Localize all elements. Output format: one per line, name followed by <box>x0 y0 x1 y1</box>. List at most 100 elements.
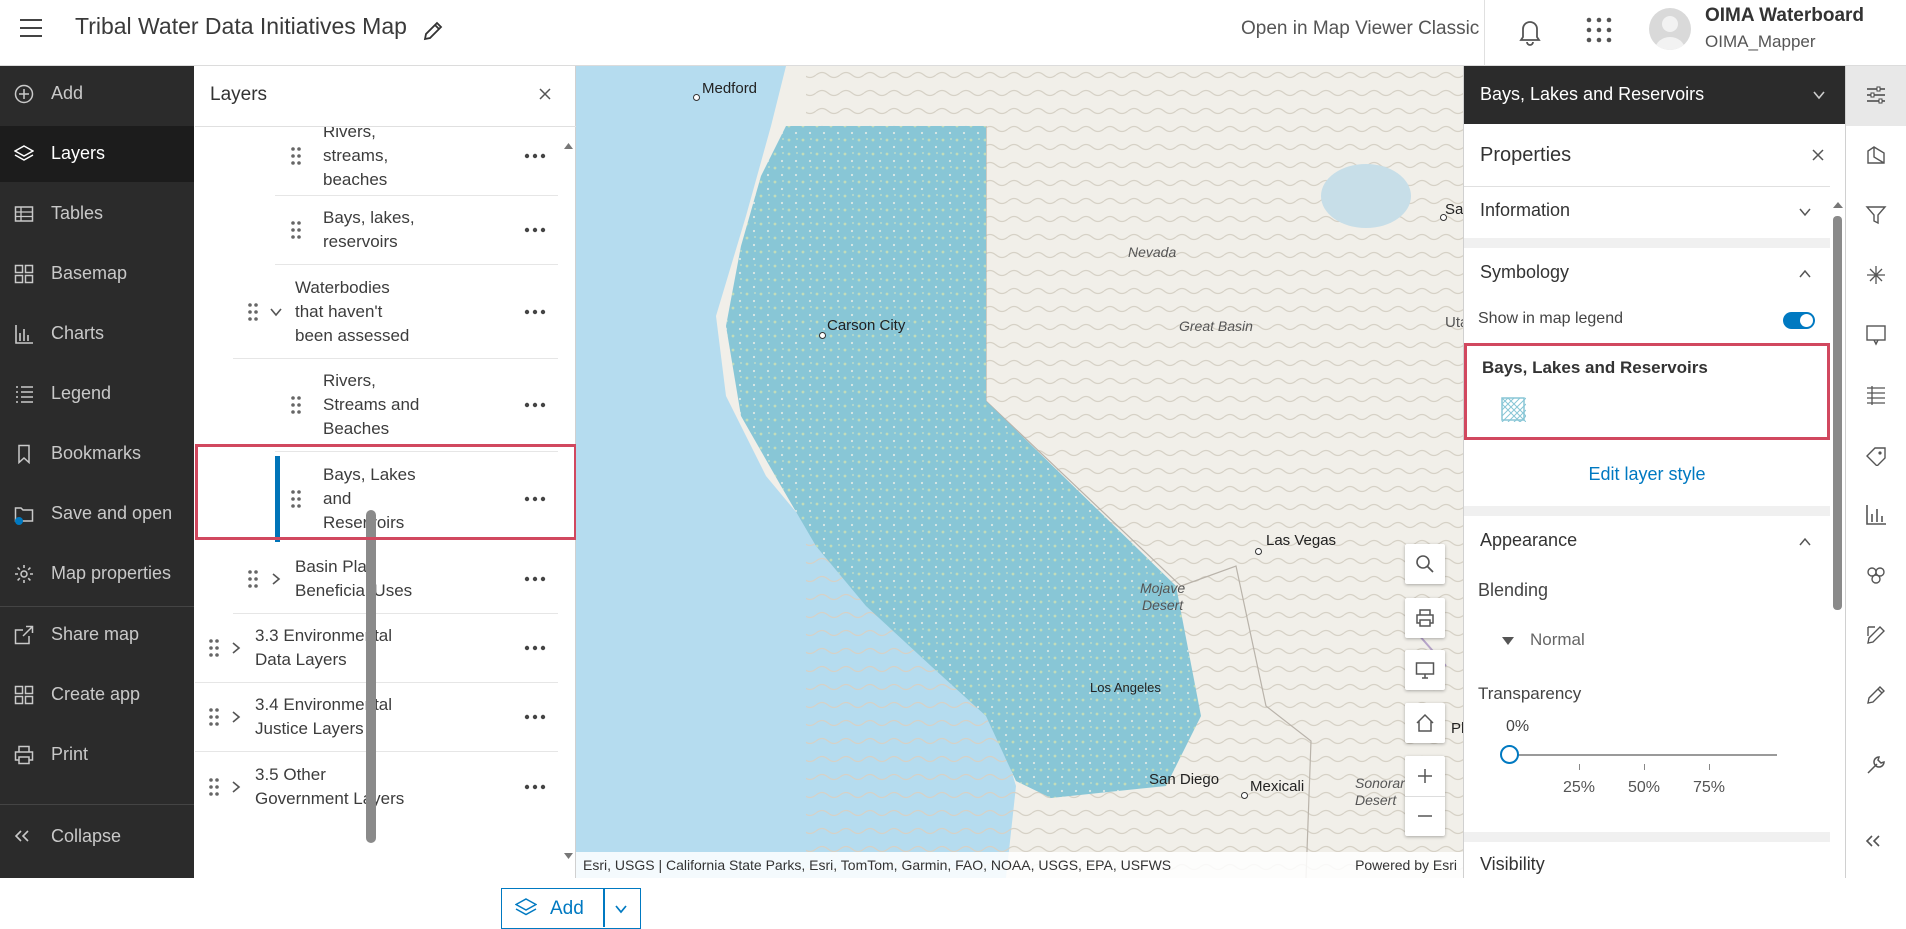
expand-toolbar-button[interactable] <box>1846 816 1906 876</box>
symbol-preview[interactable]: Bays, Lakes and Reservoirs <box>1464 343 1830 440</box>
chevron-down-icon[interactable] <box>614 903 628 915</box>
map-attribution: Esri, USGS | California State Parks, Esr… <box>576 852 1463 878</box>
open-classic-link[interactable]: Open in Map Viewer Classic <box>1241 18 1479 40</box>
section-information[interactable]: Information <box>1480 200 1570 221</box>
chevron-right-icon[interactable] <box>229 641 243 655</box>
layer-group-waterbodies-not-assessed[interactable]: Waterbodies that haven't been assessed <box>233 265 558 359</box>
chevron-down-icon[interactable] <box>269 305 283 319</box>
chevron-up-icon[interactable] <box>1798 536 1812 548</box>
chevron-down-icon[interactable] <box>1812 89 1826 101</box>
popup-icon <box>1866 325 1886 346</box>
home-button[interactable] <box>1405 703 1445 743</box>
transparency-slider-track[interactable] <box>1509 754 1777 756</box>
zoom-controls[interactable] <box>1405 756 1445 836</box>
layer-group-3-3[interactable]: 3.3 Environmental Data Layers <box>195 614 558 683</box>
layer-group-3-4[interactable]: 3.4 Environmental Justice Layers <box>195 683 558 752</box>
tool-charts[interactable] <box>1846 486 1906 546</box>
layer-row-rivers-streams-beaches[interactable]: Rivers, streams, beaches <box>275 127 558 196</box>
show-in-legend-toggle[interactable] <box>1783 312 1815 329</box>
search-button[interactable] <box>1405 544 1445 584</box>
drag-handle-icon[interactable] <box>248 302 258 322</box>
more-options-icon[interactable] <box>524 227 546 233</box>
tool-effects[interactable] <box>1846 246 1906 306</box>
nav-charts[interactable]: Charts <box>0 306 194 362</box>
more-options-icon[interactable] <box>524 309 546 315</box>
avatar[interactable] <box>1649 8 1691 50</box>
chevron-right-icon[interactable] <box>269 572 283 586</box>
drag-handle-icon[interactable] <box>209 707 219 727</box>
drag-handle-icon[interactable] <box>291 220 301 240</box>
layer-row-bays-lakes-reservoirs[interactable]: Bays, lakes, reservoirs <box>275 196 558 265</box>
tool-properties[interactable] <box>1846 66 1906 126</box>
blending-select[interactable]: Normal <box>1530 630 1585 650</box>
collapse-button[interactable]: Collapse <box>0 809 194 865</box>
nav-save-open[interactable]: Save and open <box>0 486 194 542</box>
more-options-icon[interactable] <box>524 576 546 582</box>
tool-analysis[interactable] <box>1846 736 1906 796</box>
properties-scroll-thumb[interactable] <box>1833 216 1842 610</box>
drag-handle-icon[interactable] <box>209 638 219 658</box>
attribution-text[interactable]: Esri, USGS | California State Parks, Esr… <box>583 857 1171 873</box>
nav-share-map[interactable]: Share map <box>0 607 194 663</box>
zoom-in-icon[interactable] <box>1415 766 1435 786</box>
edit-layer-style-link[interactable]: Edit layer style <box>1464 464 1830 485</box>
layer-row-rivers-streams-and-beaches[interactable]: Rivers, Streams and Beaches <box>275 359 558 452</box>
section-visibility[interactable]: Visibility <box>1480 854 1545 875</box>
chevron-right-icon[interactable] <box>229 780 243 794</box>
nav-legend[interactable]: Legend <box>0 366 194 422</box>
nav-layers[interactable]: Layers <box>0 126 194 182</box>
close-icon[interactable] <box>539 88 551 100</box>
nav-create-app[interactable]: Create app <box>0 667 194 723</box>
layer-group-3-5[interactable]: 3.5 Other Government Layers <box>195 752 558 821</box>
drag-handle-icon[interactable] <box>291 395 301 415</box>
menu-icon[interactable] <box>20 18 42 38</box>
add-layer-button[interactable]: Add <box>501 888 641 929</box>
tool-popups[interactable] <box>1846 306 1906 366</box>
section-appearance[interactable]: Appearance <box>1480 530 1577 551</box>
nav-basemap[interactable]: Basemap <box>0 246 194 302</box>
drag-handle-icon[interactable] <box>209 777 219 797</box>
more-options-icon[interactable] <box>524 402 546 408</box>
fullscreen-button[interactable] <box>1405 650 1445 690</box>
drag-handle-icon[interactable] <box>248 569 258 589</box>
map-label-phc: Phc <box>1451 720 1463 737</box>
username[interactable]: OIMA_Mapper <box>1705 32 1816 52</box>
chevron-up-icon[interactable] <box>1798 268 1812 280</box>
pencil-icon[interactable] <box>422 20 444 42</box>
more-options-icon[interactable] <box>524 784 546 790</box>
more-options-icon[interactable] <box>524 714 546 720</box>
add-circle-icon <box>14 84 34 104</box>
nav-tables[interactable]: Tables <box>0 186 194 242</box>
chevron-down-icon[interactable] <box>1798 206 1812 218</box>
tool-labels[interactable] <box>1846 426 1906 486</box>
more-options-icon[interactable] <box>524 645 546 651</box>
nav-map-properties[interactable]: Map properties <box>0 546 194 602</box>
layer-group-basin-plan[interactable]: Basin Plan Beneficial Uses <box>233 545 558 614</box>
transparency-slider-thumb[interactable] <box>1500 745 1519 764</box>
nav-label: Map properties <box>51 563 172 583</box>
tool-filter[interactable] <box>1846 186 1906 246</box>
drag-handle-icon[interactable] <box>291 146 301 166</box>
map-view[interactable]: Medford Carson City Las Vegas Mexicali S… <box>576 66 1463 878</box>
app-launcher-icon[interactable] <box>1585 16 1613 44</box>
tool-fields[interactable] <box>1846 366 1906 426</box>
close-icon[interactable] <box>1812 149 1824 161</box>
more-options-icon[interactable] <box>524 153 546 159</box>
org-name[interactable]: OIMA Waterboard <box>1705 5 1864 27</box>
powered-by[interactable]: Powered by Esri <box>1355 857 1457 873</box>
chevron-right-icon[interactable] <box>229 710 243 724</box>
tool-sketch[interactable] <box>1846 666 1906 726</box>
nav-add[interactable]: Add <box>0 66 194 122</box>
layer-list-scroll-thumb[interactable] <box>366 510 376 843</box>
section-symbology[interactable]: Symbology <box>1480 262 1569 283</box>
nav-bookmarks[interactable]: Bookmarks <box>0 426 194 482</box>
layer-header[interactable]: Bays, Lakes and Reservoirs <box>1464 66 1845 124</box>
nav-print[interactable]: Print <box>0 727 194 783</box>
print-map-button[interactable] <box>1405 598 1445 638</box>
tool-styles[interactable] <box>1846 126 1906 186</box>
tool-cluster[interactable] <box>1846 546 1906 606</box>
caret-down-icon[interactable] <box>1502 637 1514 645</box>
tool-edit[interactable] <box>1846 606 1906 666</box>
bell-icon[interactable] <box>1516 16 1544 46</box>
zoom-out-icon[interactable] <box>1415 806 1435 826</box>
